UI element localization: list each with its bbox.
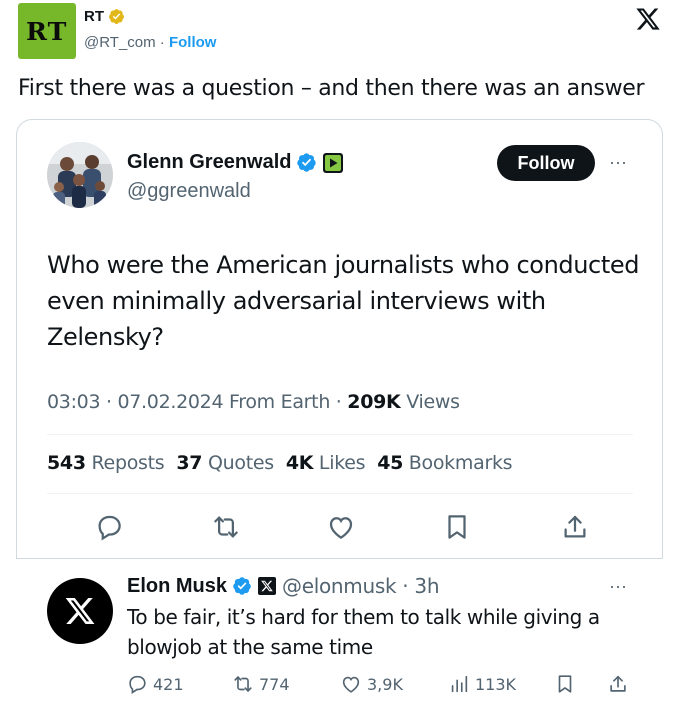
divider (47, 493, 633, 494)
quotes-label: Quotes (202, 452, 274, 474)
rt-account-name-row[interactable]: RT (84, 8, 125, 25)
quoted-author-handle[interactable]: @ggreenwald (127, 180, 251, 203)
rt-avatar-logo[interactable]: RT (18, 3, 76, 59)
reply-body: To be fair, it’s hard for them to talk w… (127, 605, 600, 659)
rt-handle-row: @RT_com · Follow (84, 34, 216, 51)
elon-musk-avatar[interactable] (47, 578, 113, 644)
reply-time[interactable]: · 3h (396, 574, 439, 598)
reply-views-action[interactable]: 113K (448, 673, 516, 695)
embed-tweet-text: First there was a question – and then th… (18, 76, 645, 101)
repost-icon[interactable] (211, 512, 241, 542)
separator-dot: · (155, 34, 169, 51)
tweet-meta-row: 03:03 · 07.02.2024 From Earth · 209K Vie… (47, 391, 460, 413)
like-heart-icon[interactable] (326, 512, 356, 542)
reply-author-name[interactable]: Elon Musk (127, 575, 227, 598)
views-label: Views (400, 391, 460, 413)
repost-icon (234, 676, 252, 692)
like-heart-icon (342, 676, 360, 693)
reply-icon (129, 675, 146, 694)
x-logo-icon[interactable] (635, 6, 661, 32)
bookmarks-label: Bookmarks (403, 452, 513, 474)
x-logo-avatar-icon (65, 598, 95, 624)
reply-likes-action[interactable]: 3,9K (340, 673, 403, 695)
likes-count: 4K (285, 452, 314, 474)
likes-stat[interactable]: 4K Likes (285, 452, 366, 474)
follow-button[interactable]: Follow (497, 145, 595, 181)
divider (47, 434, 633, 435)
bookmarks-count: 45 (377, 452, 404, 474)
tweet-timestamp[interactable]: 03:03 · 07.02.2024 From Earth · (47, 391, 347, 413)
rumble-affiliate-badge-icon (323, 152, 344, 173)
x-affiliate-badge-icon (258, 577, 277, 595)
share-icon (610, 675, 626, 692)
reply-bookmark-action[interactable] (554, 673, 576, 695)
reply-author-handle[interactable]: @elonmusk (282, 574, 397, 598)
reposts-count: 543 (47, 452, 86, 474)
replies-count: 421 (153, 674, 184, 694)
bookmark-icon (558, 675, 572, 693)
verified-gold-badge-icon (109, 9, 124, 24)
reposts-count: 774 (259, 674, 290, 694)
reply-reposts-action[interactable]: 774 (232, 673, 290, 695)
avatar-photo-group-image (47, 142, 113, 208)
quotes-stat[interactable]: 37 Quotes (176, 452, 274, 474)
quoted-tweet-body: Who were the American journalists who co… (47, 251, 640, 351)
verified-blue-badge-icon (233, 577, 251, 595)
likes-label: Likes (313, 452, 366, 474)
reply-author-row: Elon Musk @elonmusk · 3h (127, 574, 440, 598)
bookmark-icon[interactable] (442, 512, 472, 542)
follow-link[interactable]: Follow (169, 34, 217, 51)
quotes-count: 37 (176, 452, 203, 474)
views-count: 209K (347, 391, 401, 413)
likes-count: 3,9K (367, 674, 403, 694)
rt-handle[interactable]: @RT_com (84, 34, 156, 51)
reply-icon[interactable] (94, 512, 124, 542)
more-options-icon[interactable]: ··· (609, 576, 627, 597)
reply-replies-action[interactable]: 421 (126, 673, 184, 695)
rt-logo-text: RT (26, 16, 68, 46)
quoted-author-name-row[interactable]: Glenn Greenwald (127, 151, 344, 174)
rt-account-name[interactable]: RT (84, 8, 104, 25)
glenn-greenwald-avatar[interactable] (47, 142, 113, 208)
reposts-stat[interactable]: 543 Reposts (47, 452, 165, 474)
views-chart-icon (451, 675, 468, 693)
share-icon[interactable] (560, 512, 590, 542)
divider (16, 558, 663, 559)
reply-share-action[interactable] (607, 673, 629, 695)
views-count: 113K (475, 674, 517, 694)
verified-blue-badge-icon (297, 153, 317, 172)
bookmarks-stat[interactable]: 45 Bookmarks (377, 452, 512, 474)
more-options-icon[interactable]: ··· (609, 152, 627, 173)
reposts-label: Reposts (85, 452, 165, 474)
engagement-stats-row: 543 Reposts 37 Quotes 4K Likes 45 Bookma… (47, 452, 524, 474)
quoted-author-name[interactable]: Glenn Greenwald (127, 151, 291, 174)
